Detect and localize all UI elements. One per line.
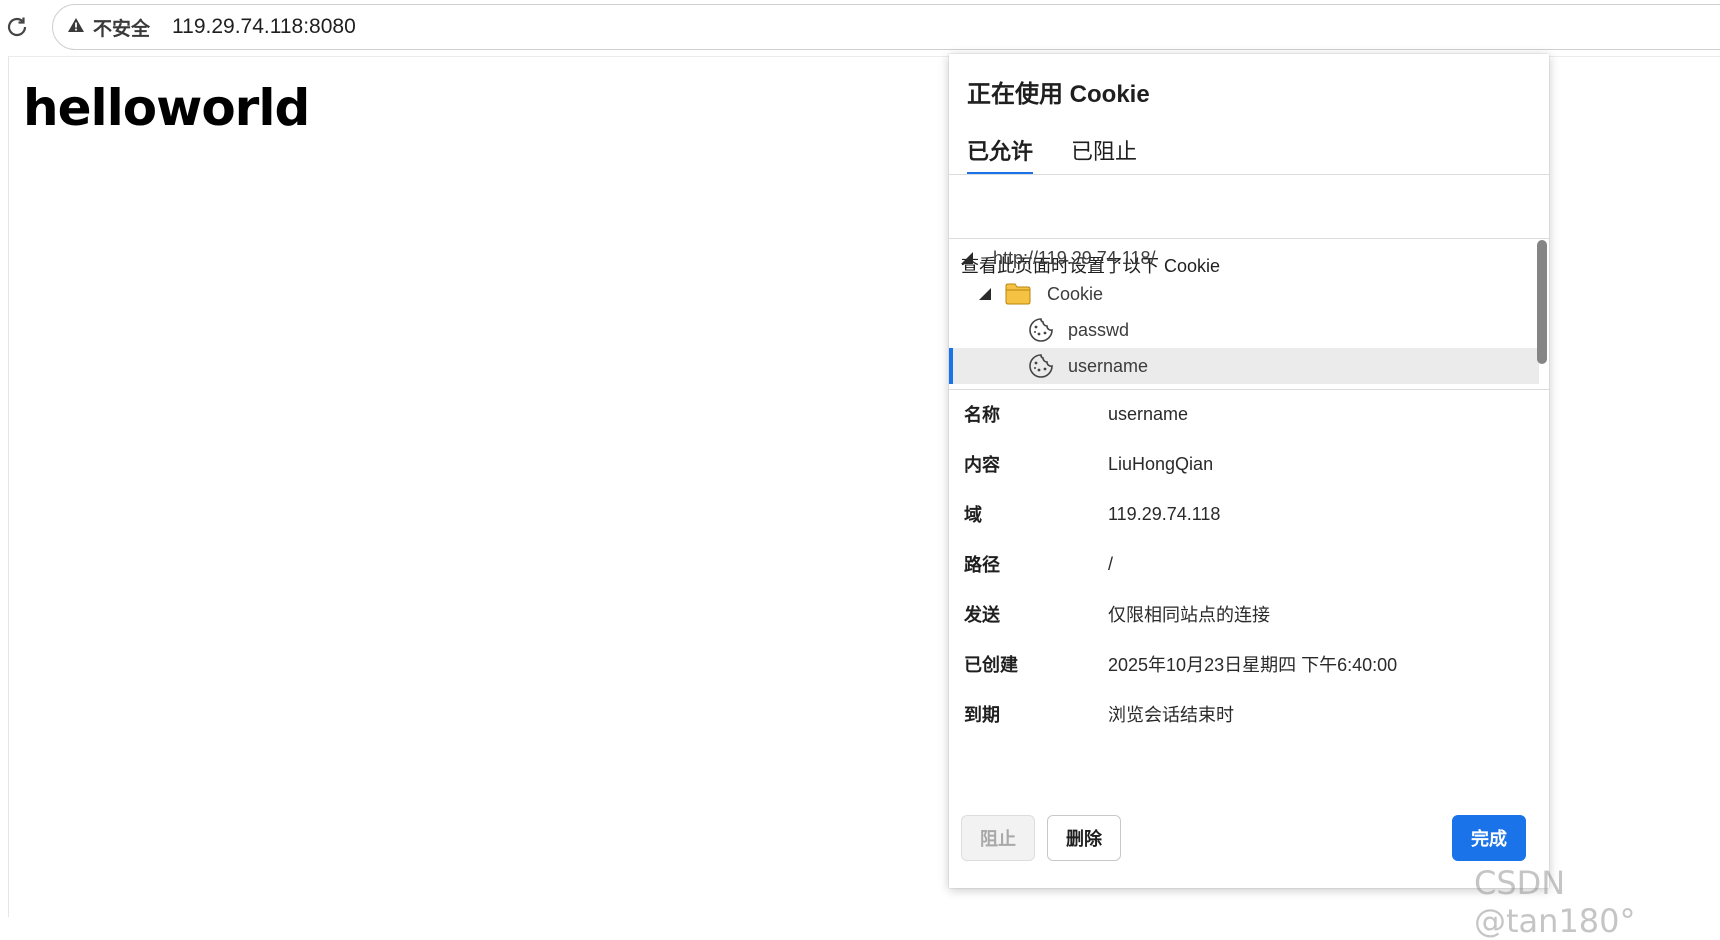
watermark: CSDN @tan180°	[1474, 864, 1636, 940]
detail-value: 2025年10月23日星期四 下午6:40:00	[1108, 655, 1398, 675]
block-button[interactable]: 阻止	[961, 815, 1035, 861]
scrollbar-thumb[interactable]	[1537, 240, 1547, 364]
divider	[949, 174, 1549, 175]
detail-row: 到期 浏览会话结束时	[949, 699, 1549, 729]
tree-row-folder[interactable]: Cookie	[949, 276, 1537, 312]
cookie-icon	[1028, 317, 1054, 343]
divider	[949, 389, 1549, 390]
folder-icon	[1005, 283, 1031, 305]
detail-row: 内容 LiuHongQian	[949, 449, 1549, 479]
folder-label: Cookie	[1047, 283, 1104, 304]
reload-icon[interactable]	[2, 12, 32, 42]
detail-label: 名称	[964, 405, 1000, 425]
security-label: 不安全	[93, 18, 151, 40]
cookie-dialog: 正在使用 Cookie 已允许 已阻止 查看此页面时设置了以下 Cookie h…	[949, 54, 1549, 888]
cookie-tree: http://119.29.74.118/ Cookie passwd user…	[949, 240, 1549, 388]
detail-value: 119.29.74.118	[1108, 503, 1221, 524]
detail-value: username	[1108, 403, 1189, 424]
detail-label: 内容	[964, 455, 1000, 475]
detail-row: 已创建 2025年10月23日星期四 下午6:40:00	[949, 649, 1549, 679]
detail-row: 发送 仅限相同站点的连接	[949, 599, 1549, 629]
url-text[interactable]: 119.29.74.118:8080	[172, 15, 356, 39]
divider	[949, 238, 1549, 239]
warning-icon	[67, 17, 85, 38]
detail-label: 到期	[964, 705, 1000, 725]
detail-value: 仅限相同站点的连接	[1108, 605, 1270, 625]
cookie-icon	[1028, 353, 1054, 379]
browser-toolbar: 不安全 119.29.74.118:8080	[0, 0, 1720, 56]
detail-value: 浏览会话结束时	[1108, 705, 1234, 725]
address-bar[interactable]: 不安全 119.29.74.118:8080	[52, 4, 1720, 50]
dialog-title: 正在使用 Cookie	[967, 81, 1150, 108]
tree-row-site[interactable]: http://119.29.74.118/	[949, 240, 1537, 276]
detail-value: /	[1108, 553, 1114, 574]
detail-value: LiuHongQian	[1108, 453, 1214, 474]
cookie-label: passwd	[1068, 319, 1130, 340]
cookie-label: username	[1068, 355, 1149, 376]
page-heading: helloworld	[23, 79, 310, 137]
expand-triangle-icon[interactable]	[961, 252, 973, 264]
detail-label: 路径	[964, 555, 1000, 575]
tree-row-cookie-selected[interactable]: username	[949, 348, 1539, 384]
detail-row: 名称 username	[949, 399, 1549, 429]
done-button[interactable]: 完成	[1452, 815, 1526, 861]
site-label: http://119.29.74.118/	[993, 247, 1156, 268]
security-indicator[interactable]: 不安全	[67, 14, 150, 41]
expand-triangle-icon[interactable]	[979, 288, 991, 300]
detail-row: 路径 /	[949, 549, 1549, 579]
detail-label: 发送	[964, 605, 1000, 625]
tree-scrollbar[interactable]	[1537, 240, 1547, 388]
tab-blocked[interactable]: 已阻止	[1071, 134, 1137, 172]
tab-allowed[interactable]: 已允许	[967, 134, 1034, 175]
detail-label: 已创建	[964, 655, 1018, 675]
detail-label: 域	[964, 505, 982, 525]
delete-button[interactable]: 删除	[1047, 815, 1121, 861]
detail-row: 域 119.29.74.118	[949, 499, 1549, 529]
dialog-tabs: 已允许 已阻止	[967, 134, 1175, 175]
tree-row-cookie[interactable]: passwd	[949, 312, 1537, 348]
